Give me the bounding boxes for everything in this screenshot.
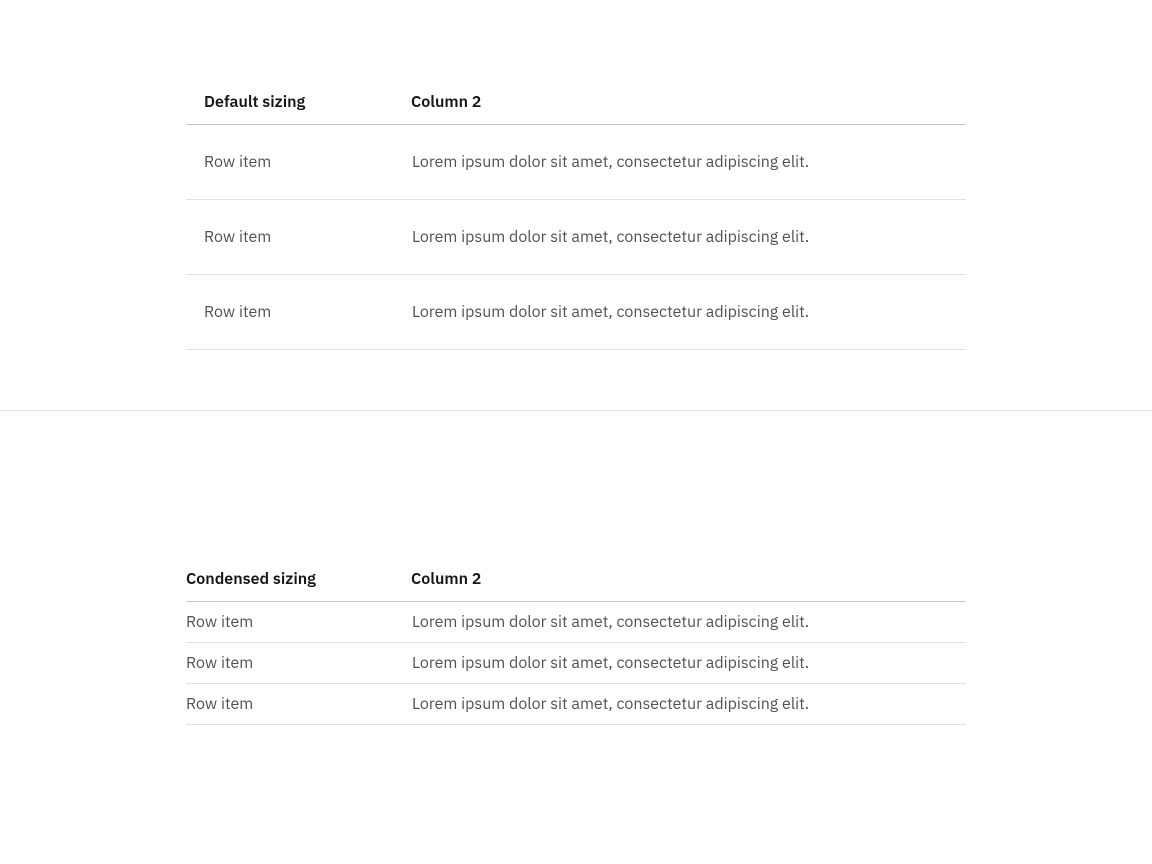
cell-description: Lorem ipsum dolor sit amet, consectetur … xyxy=(411,684,966,725)
column-header: Default sizing xyxy=(186,84,411,125)
cell-row-label: Row item xyxy=(186,643,411,684)
condensed-sizing-table: Condensed sizing Column 2 Row item Lorem… xyxy=(186,561,966,725)
cell-description: Lorem ipsum dolor sit amet, consectetur … xyxy=(411,602,966,643)
column-header: Column 2 xyxy=(411,84,966,125)
column-header: Column 2 xyxy=(411,561,966,602)
table-row: Row item Lorem ipsum dolor sit amet, con… xyxy=(186,643,966,684)
table-header-row: Condensed sizing Column 2 xyxy=(186,561,966,602)
cell-description: Lorem ipsum dolor sit amet, consectetur … xyxy=(411,275,966,350)
default-sizing-table: Default sizing Column 2 Row item Lorem i… xyxy=(186,84,966,350)
table-row: Row item Lorem ipsum dolor sit amet, con… xyxy=(186,602,966,643)
cell-row-label: Row item xyxy=(186,275,411,350)
column-header: Condensed sizing xyxy=(186,561,411,602)
table-row: Row item Lorem ipsum dolor sit amet, con… xyxy=(186,200,966,275)
table-header-row: Default sizing Column 2 xyxy=(186,84,966,125)
cell-description: Lorem ipsum dolor sit amet, consectetur … xyxy=(411,125,966,200)
cell-row-label: Row item xyxy=(186,602,411,643)
table-row: Row item Lorem ipsum dolor sit amet, con… xyxy=(186,125,966,200)
table-row: Row item Lorem ipsum dolor sit amet, con… xyxy=(186,275,966,350)
cell-description: Lorem ipsum dolor sit amet, consectetur … xyxy=(411,643,966,684)
cell-row-label: Row item xyxy=(186,125,411,200)
cell-row-label: Row item xyxy=(186,200,411,275)
table-row: Row item Lorem ipsum dolor sit amet, con… xyxy=(186,684,966,725)
cell-description: Lorem ipsum dolor sit amet, consectetur … xyxy=(411,200,966,275)
cell-row-label: Row item xyxy=(186,684,411,725)
